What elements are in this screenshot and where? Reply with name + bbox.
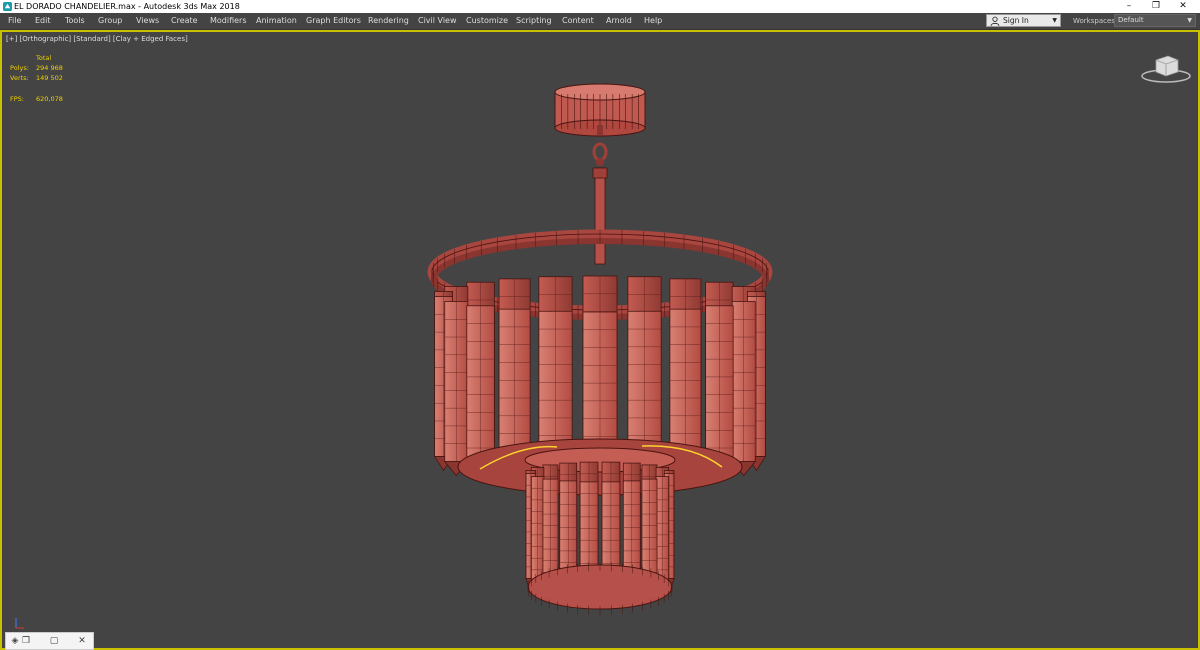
menu-animation[interactable]: Animation bbox=[256, 16, 297, 26]
perspective-viewport[interactable]: [+] [Orthographic] [Standard] [Clay + Ed… bbox=[0, 30, 1200, 650]
maximize-icon[interactable]: ▢ bbox=[48, 635, 60, 647]
menu-modifiers[interactable]: Modifiers bbox=[210, 16, 247, 26]
chevron-down-icon: ▼ bbox=[1052, 17, 1057, 24]
mid-ring bbox=[457, 438, 743, 496]
restore-button[interactable]: ❐ bbox=[1143, 0, 1169, 13]
menu-file[interactable]: File bbox=[8, 16, 21, 26]
minimize-button[interactable]: – bbox=[1116, 0, 1142, 13]
chain-and-rod bbox=[592, 142, 608, 265]
menu-civil-view[interactable]: Civil View bbox=[418, 16, 457, 26]
menu-content[interactable]: Content bbox=[562, 16, 594, 26]
menu-scripting[interactable]: Scripting bbox=[516, 16, 552, 26]
app-icon bbox=[3, 2, 12, 11]
menu-rendering[interactable]: Rendering bbox=[368, 16, 409, 26]
menu-create[interactable]: Create bbox=[171, 16, 198, 26]
menu-graph-editors[interactable]: Graph Editors bbox=[306, 16, 361, 26]
stats-fps-value: 620,078 bbox=[36, 95, 63, 103]
axis-tripod-icon bbox=[15, 618, 24, 629]
stats-polys-label: Polys: bbox=[10, 64, 29, 72]
workspace-select[interactable]: Default ▼ bbox=[1114, 14, 1196, 27]
title-bar: EL DORADO CHANDELIER.max - Autodesk 3ds … bbox=[0, 0, 1200, 13]
viewcube-icon[interactable] bbox=[1140, 50, 1192, 86]
menu-group[interactable]: Group bbox=[98, 16, 122, 26]
stats-verts-label: Verts: bbox=[10, 74, 29, 82]
ceiling-canopy bbox=[554, 83, 646, 137]
menu-arnold[interactable]: Arnold bbox=[606, 16, 632, 26]
stats-polys-value: 294 968 bbox=[36, 64, 63, 72]
sign-in-dropdown[interactable]: Sign In ▼ bbox=[986, 14, 1061, 27]
menu-views[interactable]: Views bbox=[136, 16, 159, 26]
minimized-taskbar: ◈ ❐ ▢ ✕ bbox=[5, 632, 94, 650]
stats-fps-label: FPS: bbox=[10, 95, 24, 103]
menu-tools[interactable]: Tools bbox=[65, 16, 85, 26]
close-button[interactable]: ✕ bbox=[1170, 0, 1196, 13]
chevron-down-icon: ▼ bbox=[1187, 17, 1192, 24]
stats-total-header: Total bbox=[36, 54, 52, 62]
menu-help[interactable]: Help bbox=[644, 16, 662, 26]
chandelier-model[interactable] bbox=[2, 32, 1198, 648]
workspaces-label: Workspaces: bbox=[1073, 17, 1118, 25]
stats-verts-value: 149 502 bbox=[36, 74, 63, 82]
menu-edit[interactable]: Edit bbox=[35, 16, 51, 26]
sign-in-label: Sign In bbox=[1003, 16, 1029, 25]
window-title: EL DORADO CHANDELIER.max - Autodesk 3ds … bbox=[14, 2, 240, 11]
close-icon[interactable]: ✕ bbox=[76, 635, 88, 647]
menu-bar: File Edit Tools Group Views Create Modif… bbox=[0, 13, 1200, 30]
user-icon bbox=[990, 16, 1000, 26]
viewport-label[interactable]: [+] [Orthographic] [Standard] [Clay + Ed… bbox=[6, 35, 188, 44]
menu-customize[interactable]: Customize bbox=[466, 16, 508, 26]
restore-icon[interactable]: ❐ bbox=[20, 635, 32, 647]
workspace-value: Default bbox=[1118, 16, 1144, 24]
